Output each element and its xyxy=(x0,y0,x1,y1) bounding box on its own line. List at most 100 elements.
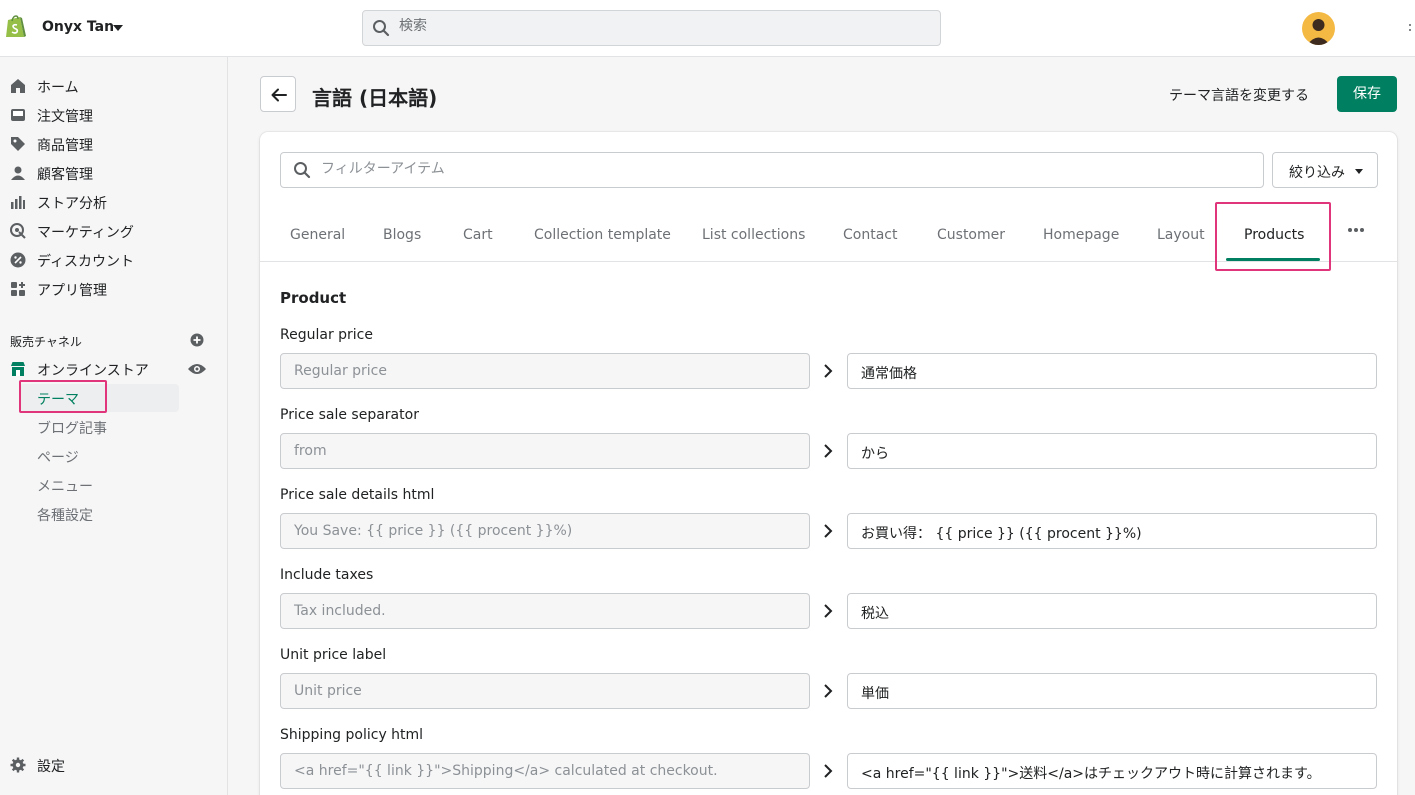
page-title: 言語 (日本語) xyxy=(312,86,438,110)
tab-collection-template[interactable]: Collection template xyxy=(534,227,671,243)
tag-icon xyxy=(11,137,25,151)
source-text: <a href="{{ link }}">Shipping</a> calcul… xyxy=(294,763,718,779)
search-input[interactable] xyxy=(399,18,899,34)
more-vertical-icon[interactable] xyxy=(1405,22,1415,38)
chevron-right-icon xyxy=(824,364,833,378)
source-text-field: You Save: {{ price }} ({{ procent }}%) xyxy=(280,513,810,549)
source-text-field: Unit price xyxy=(280,673,810,709)
sidebar-item-orders[interactable]: 注文管理 xyxy=(0,101,228,129)
sidebar-item-label: ディスカウント xyxy=(37,254,135,270)
sidebar-item-label: 設定 xyxy=(37,759,65,775)
translation-text: 通常価格 xyxy=(861,366,917,382)
source-text-field: Regular price xyxy=(280,353,810,389)
sidebar-item-label: ホーム xyxy=(37,80,79,96)
tab-general[interactable]: General xyxy=(290,227,345,243)
sidebar-subitem-label: メニュー xyxy=(37,479,93,495)
tab-customer[interactable]: Customer xyxy=(937,227,1005,243)
source-text: from xyxy=(294,443,327,459)
inbox-icon xyxy=(11,109,25,121)
discount-icon xyxy=(10,252,26,268)
sidebar-subitem-label: ページ xyxy=(37,450,79,466)
sidebar-item-label: 顧客管理 xyxy=(37,167,93,183)
chevron-down-icon[interactable] xyxy=(113,25,123,31)
source-text: Regular price xyxy=(294,363,387,379)
tab-blogs[interactable]: Blogs xyxy=(383,227,421,243)
sidebar-item-apps[interactable]: アプリ管理 xyxy=(0,275,228,303)
field-label: Regular price xyxy=(280,327,373,343)
narrow-filter-label: 絞り込み xyxy=(1289,165,1345,181)
tab-contact[interactable]: Contact xyxy=(843,227,897,243)
source-text-field: Tax included. xyxy=(280,593,810,629)
gear-icon xyxy=(10,757,26,773)
chevron-right-icon xyxy=(824,524,833,538)
avatar[interactable] xyxy=(1302,12,1335,45)
arrow-left-icon xyxy=(271,88,287,102)
tab-layout[interactable]: Layout xyxy=(1157,227,1205,243)
chevron-down-icon xyxy=(1355,169,1363,174)
sidebar: ホーム 注文管理 商品管理 顧客管理 ストア分析 マーケティング ディスカウント… xyxy=(0,57,228,795)
translation-text: 単価 xyxy=(861,686,889,702)
store-name[interactable]: Onyx Tan xyxy=(42,19,114,35)
translation-text: お買い得： {{ price }} ({{ procent }}%) xyxy=(861,526,1142,542)
sidebar-item-home[interactable]: ホーム xyxy=(0,72,228,100)
translation-card: 絞り込み General Blogs Cart Collection templ… xyxy=(260,132,1397,795)
tab-list-collections[interactable]: List collections xyxy=(702,227,805,243)
source-text-field: <a href="{{ link }}">Shipping</a> calcul… xyxy=(280,753,810,789)
sidebar-item-label: 商品管理 xyxy=(37,138,93,154)
change-theme-language-button[interactable]: テーマ言語を変更する xyxy=(1169,85,1309,105)
shopify-logo-icon[interactable] xyxy=(5,13,27,39)
source-text: Tax included. xyxy=(294,603,386,619)
section-title: Product xyxy=(280,289,347,307)
sidebar-subitem-pages[interactable]: ページ xyxy=(19,442,179,470)
sidebar-item-customers[interactable]: 顧客管理 xyxy=(0,159,228,187)
sidebar-item-analytics[interactable]: ストア分析 xyxy=(0,188,228,216)
bar-chart-icon xyxy=(11,196,25,209)
translation-input[interactable]: <a href="{{ link }}">送料</a>はチェックアウト時に計算さ… xyxy=(847,753,1377,789)
sidebar-subitem-preferences[interactable]: 各種設定 xyxy=(19,500,179,528)
field-label: Include taxes xyxy=(280,567,374,583)
more-horizontal-icon[interactable] xyxy=(1347,227,1365,233)
translation-input[interactable]: お買い得： {{ price }} ({{ procent }}%) xyxy=(847,513,1377,549)
filter-input[interactable] xyxy=(321,161,1221,177)
search-icon xyxy=(373,20,390,37)
back-button[interactable] xyxy=(260,76,296,112)
sidebar-subitem-label: ブログ記事 xyxy=(37,421,107,437)
tab-cart[interactable]: Cart xyxy=(463,227,493,243)
translation-input[interactable]: 単価 xyxy=(847,673,1377,709)
sidebar-item-label: ストア分析 xyxy=(37,196,107,212)
sales-channels-heading: 販売チャネル xyxy=(10,335,82,349)
sidebar-item-products[interactable]: 商品管理 xyxy=(0,130,228,158)
top-bar: Onyx Tan xyxy=(0,0,1415,57)
sidebar-item-marketing[interactable]: マーケティング xyxy=(0,217,228,245)
field-label: Shipping policy html xyxy=(280,727,424,743)
translation-text: <a href="{{ link }}">送料</a>はチェックアウト時に計算さ… xyxy=(861,766,1321,782)
sidebar-subitem-blog-posts[interactable]: ブログ記事 xyxy=(19,413,179,441)
sidebar-subitem-label: 各種設定 xyxy=(37,508,93,524)
annotation-highlight-theme xyxy=(19,380,107,413)
save-button[interactable]: 保存 xyxy=(1337,76,1397,112)
chevron-right-icon xyxy=(824,764,833,778)
sidebar-item-discounts[interactable]: ディスカウント xyxy=(0,246,228,274)
annotation-highlight-products-tab xyxy=(1215,202,1331,271)
translation-input[interactable]: 税込 xyxy=(847,593,1377,629)
chevron-right-icon xyxy=(824,684,833,698)
translation-input[interactable]: から xyxy=(847,433,1377,469)
translation-text: 税込 xyxy=(861,606,889,622)
filter-field[interactable] xyxy=(280,152,1264,188)
add-channel-icon[interactable] xyxy=(190,333,204,347)
search-icon xyxy=(294,162,311,179)
narrow-filter-button[interactable]: 絞り込み xyxy=(1272,152,1378,188)
field-label: Price sale details html xyxy=(280,487,435,503)
tab-homepage[interactable]: Homepage xyxy=(1043,227,1119,243)
sidebar-item-settings[interactable]: 設定 xyxy=(0,751,228,779)
sidebar-subitem-navigation[interactable]: メニュー xyxy=(19,471,179,499)
eye-icon[interactable] xyxy=(187,362,207,376)
global-search[interactable] xyxy=(362,10,941,46)
field-label: Price sale separator xyxy=(280,407,419,423)
sidebar-item-label: オンラインストア xyxy=(37,363,149,379)
translation-input[interactable]: 通常価格 xyxy=(847,353,1377,389)
source-text: Unit price xyxy=(294,683,362,699)
home-icon xyxy=(11,79,25,93)
sidebar-item-label: 注文管理 xyxy=(37,109,93,125)
apps-icon xyxy=(11,282,25,296)
